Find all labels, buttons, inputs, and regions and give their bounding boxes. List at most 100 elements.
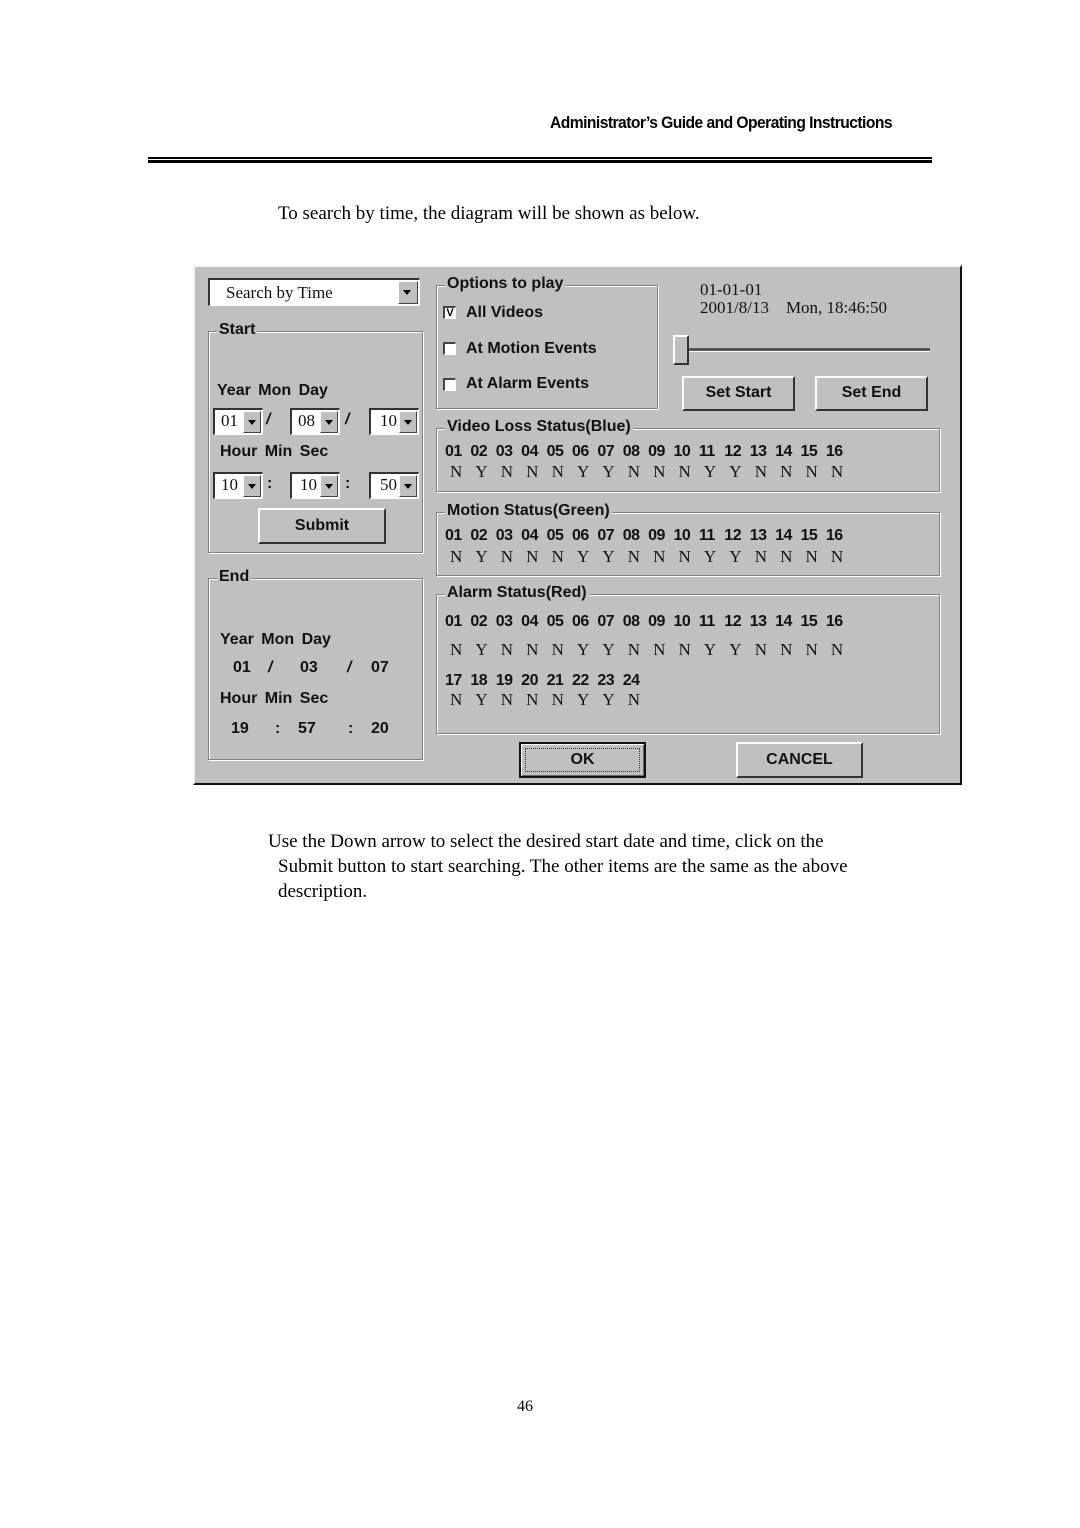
all-videos-checkbox[interactable]: V — [443, 306, 456, 319]
channel-status: Y — [475, 640, 488, 659]
channel-number: 12 — [724, 613, 742, 630]
channel-status: N — [526, 690, 539, 709]
start-minute-select[interactable]: 10 — [290, 472, 340, 499]
start-hour-value: 10 — [221, 475, 238, 494]
chevron-down-icon[interactable] — [398, 281, 418, 304]
channel-number: 11 — [698, 527, 715, 544]
channel-number: 04 — [521, 527, 538, 544]
end-time-label: Hour Min Sec — [220, 690, 329, 707]
channel-number: 15 — [800, 613, 818, 630]
channel-number: 08 — [622, 443, 640, 460]
chevron-down-icon[interactable] — [399, 475, 417, 497]
channel-number: 02 — [470, 527, 488, 544]
search-mode-select[interactable]: Search by Time — [208, 278, 420, 306]
start-group-title: Start — [217, 321, 258, 339]
channel-number: 14 — [775, 443, 792, 460]
clip-id: 01-01-01 — [700, 280, 763, 299]
instruction-paragraph: Use the Down arrow to select the desired… — [268, 829, 948, 904]
start-hour-select[interactable]: 10 — [213, 472, 263, 499]
channel-number: 05 — [546, 613, 564, 630]
cancel-button[interactable]: CANCEL — [736, 742, 863, 778]
start-year-select[interactable]: 01 — [213, 408, 263, 435]
channel-status: N — [526, 640, 539, 659]
date-separator: / — [345, 411, 350, 428]
playback-slider-track[interactable] — [674, 348, 930, 352]
options-group-title: Options to play — [445, 275, 566, 293]
date-separator: / — [347, 659, 352, 676]
channel-status: N — [526, 462, 539, 481]
channel-number: 09 — [648, 443, 665, 460]
channel-number: 13 — [749, 527, 767, 544]
channel-number: 13 — [749, 443, 767, 460]
motion-events-checkbox[interactable] — [443, 342, 456, 355]
alarm-events-label[interactable]: At Alarm Events — [466, 375, 589, 393]
channel-status: N — [627, 462, 641, 481]
paragraph-line: Submit button to start searching. The ot… — [278, 856, 848, 877]
alarm-title: Alarm Status(Red) — [445, 584, 589, 602]
end-second-value: 20 — [371, 720, 389, 737]
channel-status: N — [450, 640, 463, 659]
start-second-select[interactable]: 50 — [369, 472, 419, 499]
start-month-select[interactable]: 08 — [290, 408, 340, 435]
submit-button[interactable]: Submit — [258, 508, 386, 544]
channel-status: N — [678, 462, 691, 481]
channel-number: 16 — [825, 443, 843, 460]
set-start-button[interactable]: Set Start — [682, 376, 795, 411]
chevron-down-icon[interactable] — [243, 411, 261, 433]
focus-rect — [525, 748, 640, 772]
channel-status: N — [551, 547, 564, 566]
paragraph-line: description. — [278, 881, 368, 902]
channel-status: N — [780, 640, 793, 659]
alarm-channel-row-2: 17 18 19 20 21 22 23 24 — [445, 672, 648, 690]
video-loss-title: Video Loss Status(Blue) — [445, 418, 633, 436]
channel-status: N — [805, 640, 818, 659]
end-day-value: 07 — [371, 659, 389, 676]
time-separator: : — [275, 720, 281, 737]
alarm-events-checkbox[interactable] — [443, 378, 456, 391]
video-loss-value-row: NYNNNYYNNNYYNNNN — [445, 462, 856, 482]
channel-status: N — [551, 462, 564, 481]
channel-status: Y — [729, 640, 742, 659]
channel-status: Y — [576, 690, 590, 709]
chevron-down-icon[interactable] — [243, 475, 261, 497]
channel-status: N — [805, 547, 818, 566]
channel-status: N — [627, 547, 641, 566]
channel-status: N — [830, 640, 844, 659]
channel-status: N — [805, 462, 818, 481]
end-year-value: 01 — [233, 659, 251, 676]
chevron-down-icon[interactable] — [320, 475, 338, 497]
channel-number: 06 — [571, 443, 589, 460]
channel-status: Y — [703, 462, 717, 481]
channel-status: Y — [576, 547, 590, 566]
start-day-value: 10 — [380, 411, 397, 430]
page-header-title: Administrator’s Guide and Operating Inst… — [550, 113, 893, 132]
start-month-value: 08 — [298, 411, 315, 430]
channel-status: N — [450, 690, 463, 709]
channel-status: Y — [475, 547, 488, 566]
start-date-label: Year Mon Day — [217, 382, 328, 399]
playback-datetime: 2001/8/13 Mon, 18:46:50 — [700, 298, 888, 317]
channel-number: 09 — [648, 613, 665, 630]
all-videos-label[interactable]: All Videos — [466, 304, 543, 322]
channel-number: 05 — [546, 527, 564, 544]
channel-number: 10 — [673, 443, 691, 460]
ok-button[interactable]: OK — [519, 742, 646, 778]
channel-status: Y — [729, 462, 742, 481]
start-day-select[interactable]: 10 — [369, 408, 419, 435]
channel-status: N — [754, 640, 767, 659]
channel-number: 24 — [622, 672, 640, 689]
set-end-button[interactable]: Set End — [815, 376, 928, 411]
motion-events-label[interactable]: At Motion Events — [466, 340, 597, 358]
channel-number: 09 — [648, 527, 665, 544]
chevron-down-icon[interactable] — [399, 411, 417, 433]
date-separator: / — [268, 659, 273, 676]
channel-status: N — [551, 690, 564, 709]
channel-number: 12 — [724, 443, 742, 460]
end-hour-value: 19 — [231, 720, 249, 737]
channel-status: Y — [602, 690, 615, 709]
channel-status: Y — [703, 640, 717, 659]
chevron-down-icon[interactable] — [320, 411, 338, 433]
header-rule — [148, 157, 932, 163]
playback-slider-thumb[interactable] — [673, 335, 689, 365]
channel-status: Y — [602, 640, 615, 659]
